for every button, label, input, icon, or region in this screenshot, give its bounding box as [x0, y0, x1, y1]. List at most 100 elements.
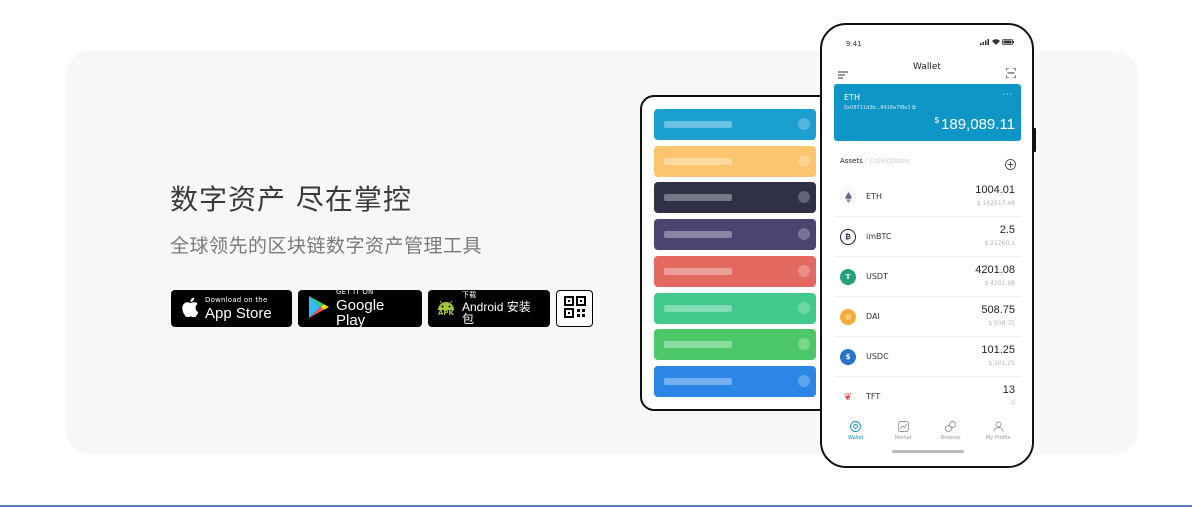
wallet-card-2: [654, 145, 816, 177]
wallet-address-text: 0x08711d3b...8418a7f8e3: [844, 105, 911, 111]
nav-wallet[interactable]: Wallet: [836, 421, 876, 441]
tft-icon: ❦: [840, 389, 856, 405]
google-play-button[interactable]: GET IT ON Google Play: [298, 289, 422, 329]
apk-badge: APK: [438, 309, 454, 317]
asset-value: $ 101.25: [988, 360, 1015, 367]
balance-currency: $: [934, 116, 940, 125]
card-coin-icon: [798, 264, 810, 277]
asset-symbol: USDC: [866, 352, 889, 361]
copy-icon[interactable]: ⧉: [912, 105, 916, 111]
wallet-card-7: [654, 329, 816, 361]
download-buttons: Download on the App Store GET IT ON Goog…: [171, 289, 593, 329]
asset-tabs: Assets / Collectibles: [840, 157, 909, 165]
card-label-placeholder: [664, 304, 732, 312]
card-label-placeholder: [664, 157, 732, 165]
asset-amount: 508.75: [981, 304, 1015, 316]
asset-symbol: ETH: [866, 192, 882, 201]
profile-icon: [993, 421, 1004, 432]
asset-amount: 2.5: [999, 224, 1015, 236]
wallet-card-4: [654, 219, 816, 251]
hero-subtitle: 全球领先的区块链数字资产管理工具: [170, 235, 483, 257]
asset-value: $ 508.75: [988, 320, 1015, 327]
market-icon: [897, 421, 909, 432]
asset-amount: 13: [1002, 384, 1015, 396]
asset-row-tft[interactable]: ❦ TFT 13 0: [834, 377, 1021, 417]
status-time: 9:41: [846, 40, 862, 48]
wallet-icon: [850, 421, 862, 432]
asset-amount: 1004.01: [975, 184, 1015, 196]
wallet-card-5: [654, 255, 816, 287]
asset-row-usdc[interactable]: $ USDC 101.25 $ 101.25: [834, 337, 1021, 377]
nav-market[interactable]: Market: [883, 421, 923, 441]
asset-amount: 101.25: [981, 344, 1015, 356]
tab-separator: /: [864, 157, 868, 165]
asset-value: 0: [1011, 400, 1015, 407]
add-asset-icon[interactable]: [1005, 155, 1016, 174]
nav-label: Market: [894, 435, 912, 441]
card-label-placeholder: [664, 267, 732, 275]
wallet-card-3: [654, 182, 816, 214]
download-page: 数字资产 尽在掌控 全球领先的区块链数字资产管理工具 Download on t…: [0, 0, 1192, 507]
asset-row-dai[interactable]: ◎ DAI 508.75 $ 508.75: [834, 297, 1021, 337]
card-coin-icon: [798, 338, 810, 351]
card-label-placeholder: [664, 121, 732, 128]
qr-code-button[interactable]: [556, 290, 593, 327]
app-store-button[interactable]: Download on the App Store: [171, 290, 292, 327]
wallet-card-name: ETH: [844, 93, 860, 102]
bottom-nav: Wallet Market Browser My Profile: [822, 421, 1032, 441]
wallet-title: Wallet: [913, 62, 941, 72]
asset-row-imbtc[interactable]: ₿ imBTC 2.5 $ 21760.1: [834, 217, 1021, 257]
android-apk-button[interactable]: APK 下载 Android 安装包: [428, 290, 550, 327]
asset-symbol: DAI: [866, 312, 880, 321]
asset-row-usdt[interactable]: T USDT 4201.08 $ 4201.08: [834, 257, 1021, 297]
apk-small-label: 下载: [462, 291, 477, 299]
card-coin-icon: [798, 301, 810, 314]
wallet-card-1: [654, 109, 816, 140]
asset-row-eth[interactable]: ETH 1004.01 $ 162517.48: [834, 177, 1021, 217]
apk-label: Android 安装包: [462, 300, 531, 326]
card-coin-icon: [798, 154, 810, 167]
wallet-address: 0x08711d3b...8418a7f8e3 ⧉: [844, 105, 916, 111]
nav-label: Wallet: [847, 435, 864, 441]
card-label-placeholder: [664, 231, 732, 239]
card-coin-icon: [798, 191, 810, 204]
browser-icon: [945, 421, 957, 432]
tab-assets[interactable]: Assets: [840, 157, 863, 165]
asset-amount: 4201.08: [975, 264, 1015, 276]
phone-mockup: 9:41 Wallet ETH ··· 0x08711d3b...8418a7f…: [820, 23, 1034, 468]
dai-icon: ◎: [840, 309, 856, 325]
asset-value: $ 21760.1: [984, 240, 1015, 247]
asset-value: $ 4201.08: [984, 280, 1015, 287]
card-label-placeholder: [664, 377, 732, 385]
nav-my-profile[interactable]: My Profile: [978, 421, 1018, 441]
battery-icon: [1002, 39, 1014, 45]
nav-label: My Profile: [986, 435, 1011, 441]
wallet-card-8: [654, 365, 816, 397]
usdc-icon: $: [840, 349, 856, 365]
wallet-balance: $189,089.11: [935, 116, 1015, 133]
apple-icon: [181, 297, 199, 321]
hero-title: 数字资产 尽在掌控: [170, 183, 412, 216]
scan-icon[interactable]: [1005, 63, 1017, 82]
google-play-label: Google Play: [336, 297, 385, 329]
card-coin-icon: [798, 374, 810, 387]
wallet-cards-illustration: [640, 95, 840, 411]
wallet-card-6: [654, 292, 816, 324]
card-coin-icon: [798, 118, 810, 130]
usdt-icon: T: [840, 269, 856, 285]
more-icon[interactable]: ···: [1002, 90, 1013, 99]
app-store-small-label: Download on the: [205, 295, 268, 304]
app-store-label: App Store: [205, 304, 272, 322]
wifi-icon: [992, 39, 1000, 45]
nav-browser[interactable]: Browser: [931, 421, 971, 441]
qr-code-icon: [563, 295, 586, 322]
card-coin-icon: [798, 228, 810, 241]
tab-collectibles[interactable]: Collectibles: [869, 157, 909, 165]
asset-symbol: USDT: [866, 272, 888, 281]
asset-symbol: imBTC: [866, 232, 892, 241]
card-label-placeholder: [664, 341, 732, 349]
asset-value: $ 162517.48: [976, 200, 1015, 207]
asset-list: ETH 1004.01 $ 162517.48 ₿ imBTC 2.5 $ 21…: [834, 177, 1021, 417]
eth-wallet-card[interactable]: ETH ··· 0x08711d3b...8418a7f8e3 ⧉ $189,0…: [834, 84, 1021, 141]
google-play-icon: [308, 295, 330, 323]
